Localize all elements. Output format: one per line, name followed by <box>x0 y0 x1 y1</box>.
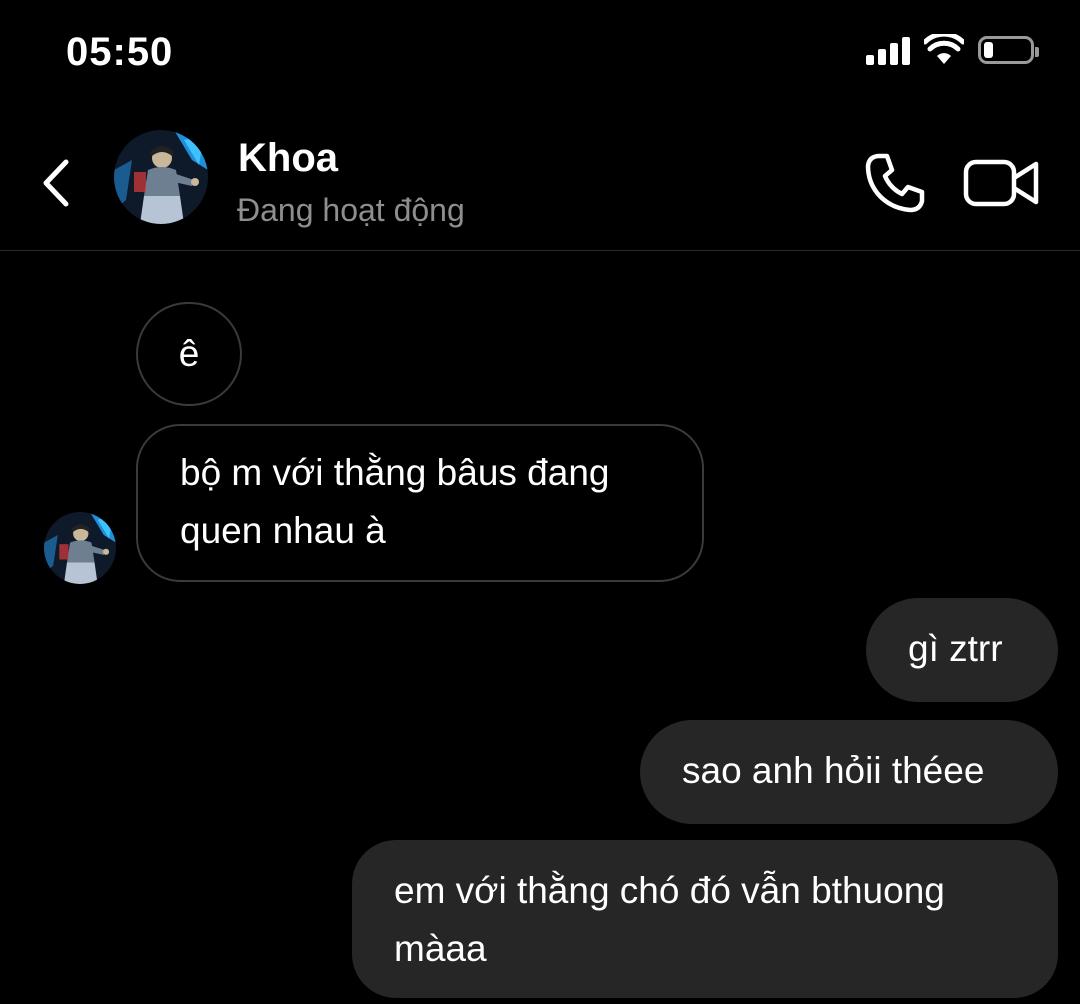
voice-call-button[interactable] <box>860 148 930 218</box>
contact-name[interactable]: Khoa <box>238 136 338 181</box>
chat-header: Khoa Đang hoạt động <box>0 120 1080 251</box>
outgoing-message[interactable]: em với thằng chó đó vẫn bthuong màaa <box>352 840 1058 998</box>
battery-icon <box>978 36 1039 64</box>
phone-icon <box>865 153 925 213</box>
message-text-line: quen nhau à <box>180 510 386 551</box>
incoming-message[interactable]: bộ m với thằng bâus đang quen nhau à <box>136 424 704 582</box>
message-text: ê <box>178 333 200 374</box>
message-text: sao anh hỏii théee <box>682 750 985 791</box>
contact-status: Đang hoạt động <box>237 192 465 228</box>
status-icons <box>866 34 1039 66</box>
contact-avatar[interactable] <box>114 130 208 224</box>
incoming-message[interactable]: ê <box>136 302 242 406</box>
battery-level <box>984 42 993 58</box>
message-text-line: màaa <box>394 928 487 969</box>
outgoing-message[interactable]: gì ztrr <box>866 598 1058 702</box>
message-text-line: bộ m với thằng bâus đang <box>180 452 610 493</box>
wifi-icon <box>924 34 964 64</box>
video-camera-icon <box>963 159 1039 207</box>
sender-avatar[interactable] <box>44 512 116 584</box>
message-text: gì ztrr <box>908 628 1003 669</box>
outgoing-message[interactable]: sao anh hỏii théee <box>640 720 1058 824</box>
video-call-button[interactable] <box>962 148 1042 218</box>
cellular-signal-icon <box>866 35 910 65</box>
status-time: 05:50 <box>66 30 174 74</box>
back-button[interactable] <box>30 148 80 218</box>
message-text-line: em với thằng chó đó vẫn bthuong <box>394 870 945 911</box>
chevron-left-icon <box>43 159 69 207</box>
